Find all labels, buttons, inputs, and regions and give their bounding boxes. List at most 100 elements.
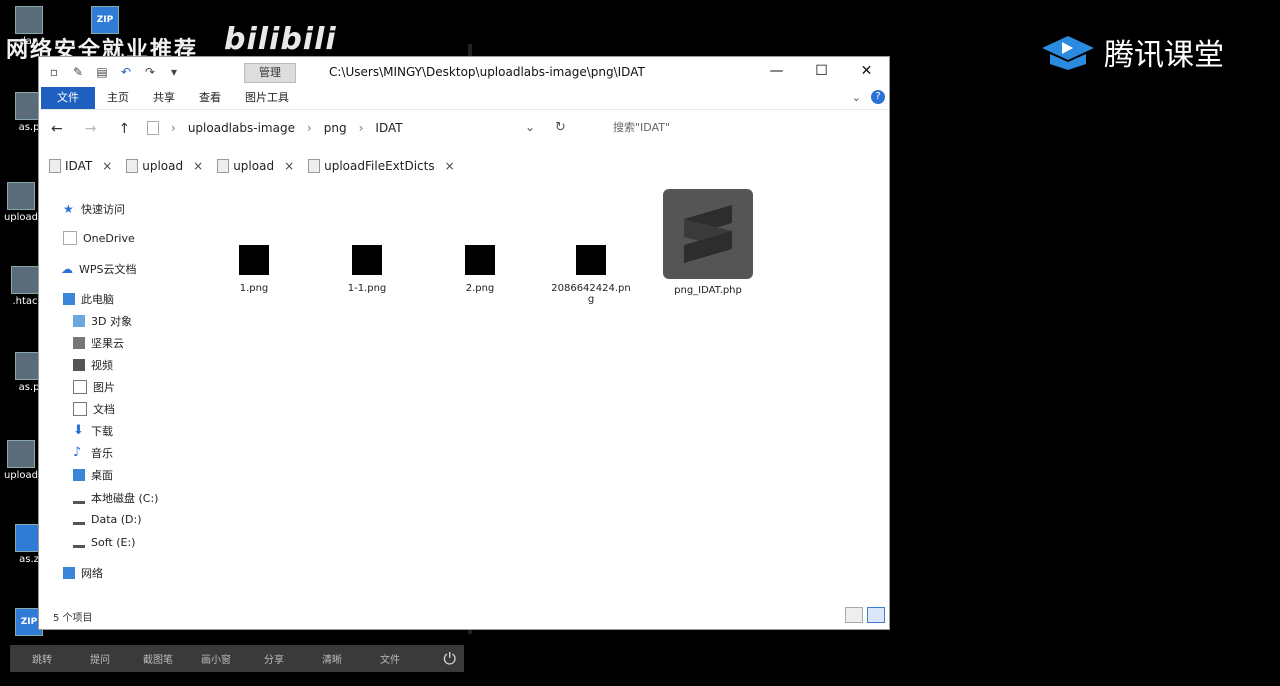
toolbar-button[interactable]: 文件 xyxy=(364,651,416,666)
search-input[interactable]: 搜索"IDAT" xyxy=(599,116,783,140)
file-item[interactable]: 2086642424.png xyxy=(551,245,631,305)
folder-tab[interactable]: uploadFileExtDicts × xyxy=(308,159,455,173)
details-view-button[interactable] xyxy=(845,607,863,623)
undo-icon[interactable]: ↶ xyxy=(119,65,133,79)
refresh-icon[interactable]: ↻ xyxy=(555,120,566,135)
desktop-icon-label: as.p xyxy=(18,382,40,393)
minimize-button[interactable]: — xyxy=(754,57,799,87)
desktop-icon-label: upload xyxy=(3,470,39,481)
sidebar-item-pictures[interactable]: 图片 xyxy=(73,379,115,395)
redo-icon[interactable]: ↷ xyxy=(143,65,157,79)
sidebar-item-label: 此电脑 xyxy=(81,293,114,306)
new-folder-icon[interactable]: ▤ xyxy=(95,65,109,79)
file-name: 2086642424.png xyxy=(551,283,631,305)
sidebar-item-documents[interactable]: 文档 xyxy=(73,401,115,417)
forward-arrow-icon[interactable]: → xyxy=(85,121,97,137)
large-icons-view-button[interactable] xyxy=(867,607,885,623)
file-list: 1.png 1-1.png 2.png 2086642424.png png_I… xyxy=(219,185,889,603)
tab-picture-tools[interactable]: 图片工具 xyxy=(233,87,301,109)
toolbar-button[interactable]: 跳转 xyxy=(16,651,68,666)
tab-home[interactable]: 主页 xyxy=(95,87,141,109)
file-item[interactable]: 1-1.png xyxy=(322,245,412,294)
power-icon[interactable]: ⏻ xyxy=(443,649,456,669)
chevron-down-icon[interactable]: ▾ xyxy=(167,65,181,79)
sidebar-item-label: 视频 xyxy=(91,359,113,372)
tab-view[interactable]: 查看 xyxy=(187,87,233,109)
sidebar-item-wps[interactable]: ☁ WPS云文档 xyxy=(61,261,137,277)
folder-tab[interactable]: IDAT × xyxy=(49,159,112,173)
help-icon[interactable]: ? xyxy=(871,90,885,104)
maximize-button[interactable]: ☐ xyxy=(799,57,844,87)
toolbar-button[interactable]: 截图笔 xyxy=(132,651,184,666)
sidebar-item-videos[interactable]: 视频 xyxy=(73,357,113,373)
toolbar-button[interactable]: 分享 xyxy=(248,651,300,666)
crumb-idat[interactable]: IDAT xyxy=(375,121,402,135)
sidebar-item-onedrive[interactable]: OneDrive xyxy=(63,231,135,245)
file-name: 1.png xyxy=(239,283,269,294)
document-icon xyxy=(73,402,87,416)
cube-icon xyxy=(73,315,85,327)
close-button[interactable]: ✕ xyxy=(844,57,889,87)
toolbar-button[interactable]: 提问 xyxy=(74,651,126,666)
sidebar-item-downloads[interactable]: ⬇ 下载 xyxy=(73,423,113,439)
crumb-separator: › xyxy=(306,121,312,135)
sidebar-item-label: 桌面 xyxy=(91,469,113,482)
image-thumbnail xyxy=(576,245,606,275)
toolbar-button[interactable]: 画小窗 xyxy=(190,651,242,666)
desktop-icon-label: as.z xyxy=(19,554,39,565)
file-item[interactable]: 1.png xyxy=(209,245,299,294)
sidebar-item-label: Soft (E:) xyxy=(91,536,136,549)
cloud-icon: ☁ xyxy=(61,262,73,276)
up-arrow-icon[interactable]: ↑ xyxy=(118,121,130,137)
crumb-uploadlabs-image[interactable]: uploadlabs-image xyxy=(188,121,295,135)
sidebar-item-network[interactable]: 网络 xyxy=(63,565,103,581)
sidebar-item-label: 音乐 xyxy=(91,447,113,460)
folder-tab[interactable]: upload × xyxy=(126,159,203,173)
sidebar-item-desktop[interactable]: 桌面 xyxy=(73,467,113,483)
desktop-icon xyxy=(73,469,85,481)
properties-icon[interactable]: ✎ xyxy=(71,65,85,79)
manage-tab[interactable]: 管理 xyxy=(244,63,296,83)
folder-icon[interactable]: ▫ xyxy=(47,65,61,79)
file-name: 2.png xyxy=(465,283,495,294)
music-icon: ♪ xyxy=(73,445,82,460)
file-item[interactable]: 2.png xyxy=(435,245,525,294)
close-icon[interactable]: × xyxy=(193,159,203,173)
folder-tab-label: upload xyxy=(142,159,184,173)
sidebar-item-drive-e[interactable]: Soft (E:) xyxy=(73,536,135,549)
sidebar-item-label: 下载 xyxy=(91,425,113,438)
close-icon[interactable]: × xyxy=(284,159,294,173)
sidebar-item-label: Data (D:) xyxy=(91,513,142,526)
sidebar-item-drive-d[interactable]: Data (D:) xyxy=(73,513,142,526)
close-icon[interactable]: × xyxy=(445,159,455,173)
folder-tab-label: IDAT xyxy=(65,159,93,173)
chevron-down-icon[interactable]: ⌄ xyxy=(852,91,861,104)
sidebar-item-nutstore[interactable]: 坚果云 xyxy=(73,335,124,351)
window-title: C:\Users\MINGY\Desktop\uploadlabs-image\… xyxy=(329,65,645,79)
file-item[interactable]: png_IDAT.php xyxy=(663,189,753,296)
crumb-png[interactable]: png xyxy=(324,121,347,135)
back-arrow-icon[interactable]: ← xyxy=(51,121,63,137)
folder-icon xyxy=(217,159,230,173)
sidebar-item-label: WPS云文档 xyxy=(79,263,137,276)
sidebar-item-this-pc[interactable]: 此电脑 xyxy=(63,291,114,307)
status-bar: 5 个项目 xyxy=(39,603,889,629)
close-icon[interactable]: × xyxy=(102,159,112,173)
folder-tab[interactable]: upload × xyxy=(217,159,294,173)
tab-file[interactable]: 文件 xyxy=(41,87,95,109)
sidebar-item-quick-access[interactable]: ★ 快速访问 xyxy=(63,201,125,217)
folder-icon xyxy=(308,159,321,173)
address-dropdown-icon[interactable]: ⌄ xyxy=(525,120,535,134)
brand-text: 腾讯课堂 xyxy=(1104,38,1224,73)
sidebar-item-music[interactable]: ♪ 音乐 xyxy=(73,445,113,461)
sidebar-item-label: 快速访问 xyxy=(81,203,125,216)
sidebar-item-label: 图片 xyxy=(93,381,115,394)
sublime-text-icon xyxy=(663,189,753,279)
quick-access-toolbar: ▫ ✎ ▤ ↶ ↷ ▾ xyxy=(47,65,181,79)
tab-share[interactable]: 共享 xyxy=(141,87,187,109)
toolbar-button[interactable]: 清晰 xyxy=(306,651,358,666)
computer-icon xyxy=(63,293,75,305)
sidebar-item-drive-c[interactable]: 本地磁盘 (C:) xyxy=(73,490,158,506)
sidebar-item-3d-objects[interactable]: 3D 对象 xyxy=(73,313,132,329)
file-name: png_IDAT.php xyxy=(674,285,742,296)
